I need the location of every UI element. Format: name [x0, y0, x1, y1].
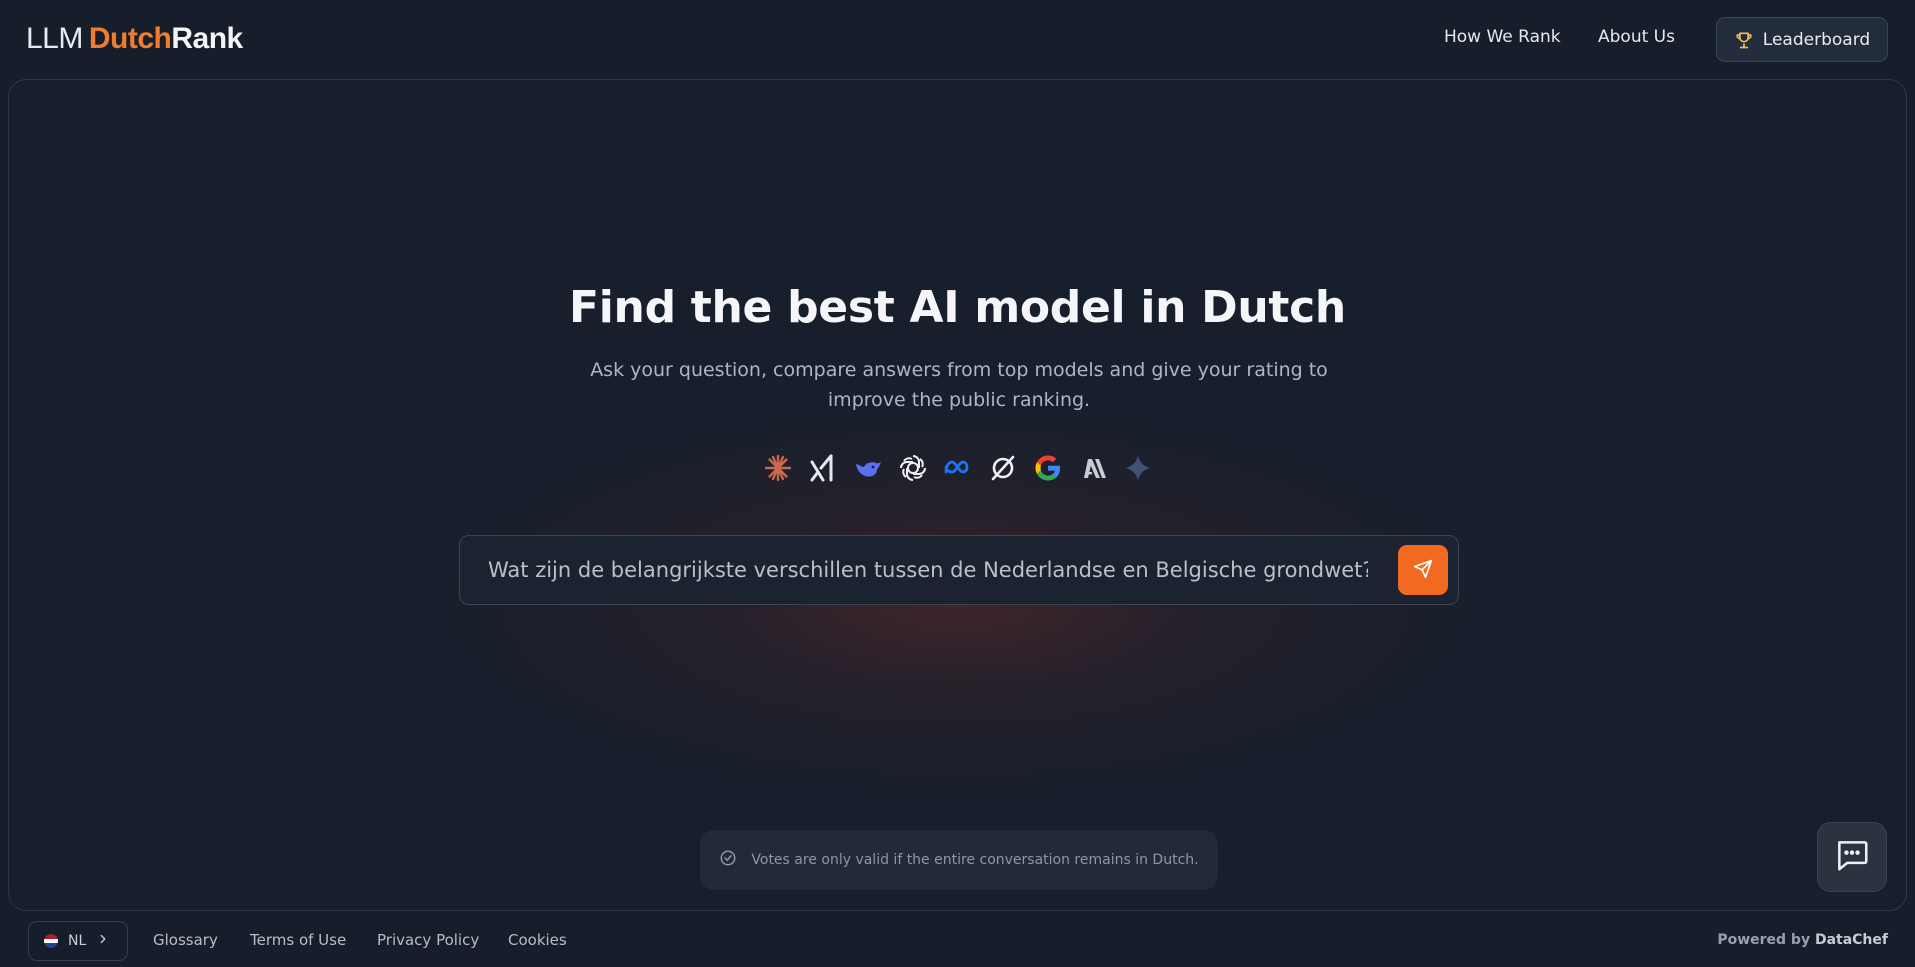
footer-link-glossary[interactable]: Glossary [153, 931, 218, 949]
gemini-icon [1123, 453, 1153, 483]
chat-button[interactable] [1817, 822, 1887, 892]
send-icon [1413, 559, 1433, 582]
main-panel: Find the best AI model in Dutch Ask your… [8, 79, 1907, 911]
check-circle-icon [719, 849, 737, 871]
logo-rank: Rank [171, 22, 243, 55]
prompt-box [459, 535, 1459, 605]
footer-link-terms[interactable]: Terms of Use [250, 931, 346, 949]
powered-by[interactable]: Powered by DataChef [1717, 932, 1888, 948]
claude-icon [763, 453, 793, 483]
language-selector[interactable]: NL [28, 921, 128, 961]
footer: NL Glossary Terms of Use Privacy Policy … [0, 911, 1915, 967]
chat-bubble-icon [1833, 836, 1871, 878]
language-label: NL [68, 933, 87, 949]
meta-icon [943, 453, 973, 483]
deepseek-icon [853, 453, 883, 483]
footer-link-privacy[interactable]: Privacy Policy [377, 931, 479, 949]
trophy-icon [1734, 30, 1754, 50]
openai-icon [898, 453, 928, 483]
page-title: Find the best AI model in Dutch [569, 282, 1346, 333]
footer-link-cookies[interactable]: Cookies [508, 931, 567, 949]
nav-about-us[interactable]: About Us [1598, 27, 1675, 47]
netherlands-flag-icon [44, 934, 58, 948]
powered-prefix: Powered by [1717, 932, 1811, 948]
send-button[interactable] [1398, 545, 1448, 595]
logo[interactable]: LLM DutchRank [26, 20, 243, 58]
perplexity-icon [988, 453, 1018, 483]
dutch-only-notice: Votes are only valid if the entire conve… [700, 830, 1218, 890]
page-subtitle: Ask your question, compare answers from … [590, 359, 1328, 411]
notice-text: Votes are only valid if the entire conve… [751, 852, 1199, 868]
nav-how-we-rank[interactable]: How We Rank [1444, 27, 1561, 47]
logo-dutch: Dutch [88, 22, 172, 55]
question-input[interactable] [488, 536, 1368, 604]
anthropic-icon [1078, 453, 1108, 483]
leaderboard-label: Leaderboard [1762, 29, 1871, 50]
leaderboard-button[interactable]: Leaderboard [1716, 17, 1888, 62]
header: LLM DutchRank How We Rank About Us Leader… [0, 0, 1915, 78]
chevron-right-icon [96, 932, 110, 950]
google-icon [1033, 453, 1063, 483]
powered-brand: DataChef [1814, 932, 1888, 948]
xai-grok-icon [808, 453, 838, 483]
model-icons-row [9, 453, 1906, 483]
logo-llm: LLM [26, 22, 83, 55]
